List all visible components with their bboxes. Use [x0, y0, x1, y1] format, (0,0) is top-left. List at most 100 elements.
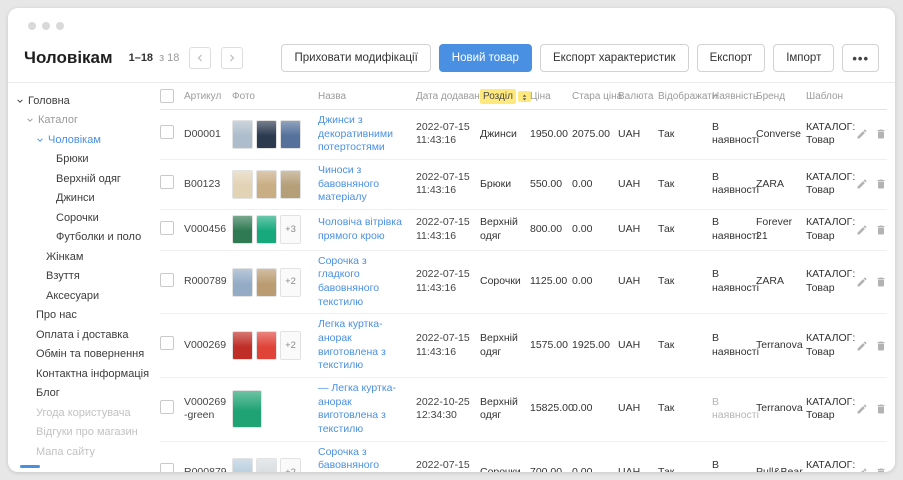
sidebar-item[interactable]: Аксесуари — [8, 286, 156, 306]
new-product-button[interactable]: Новий товар — [439, 44, 532, 72]
sidebar-item[interactable]: Чоловікам — [8, 130, 156, 150]
delete-icon[interactable] — [875, 276, 887, 288]
product-photo[interactable] — [280, 170, 301, 199]
column-header-name[interactable]: Назва — [318, 91, 416, 102]
row-checkbox[interactable] — [160, 125, 174, 139]
sidebar-item[interactable]: Футболки и поло — [8, 228, 156, 248]
row-checkbox[interactable] — [160, 400, 174, 414]
column-header-currency[interactable]: Валюта — [618, 91, 658, 102]
product-name-link[interactable]: — Легка куртка-анорак виготовлена з текс… — [318, 382, 411, 437]
more-photos-badge[interactable]: +2 — [280, 331, 301, 360]
brand-cell: Terranova — [756, 335, 806, 357]
row-checkbox[interactable] — [160, 273, 174, 287]
hide-modifications-button[interactable]: Приховати модифікації — [281, 44, 430, 72]
row-checkbox[interactable] — [160, 175, 174, 189]
column-header-brand[interactable]: Бренд — [756, 91, 806, 102]
column-header-template[interactable]: Шаблон — [806, 91, 856, 102]
product-photo[interactable] — [232, 458, 253, 472]
sidebar-item[interactable]: Сорочки — [8, 208, 156, 228]
delete-icon[interactable] — [875, 467, 887, 472]
window-control-icon[interactable] — [42, 22, 50, 30]
column-header-date[interactable]: Дата додавання — [416, 91, 480, 102]
product-photo[interactable] — [256, 331, 277, 360]
product-photo[interactable] — [232, 390, 262, 428]
sidebar-item[interactable]: Контактна інформація — [8, 364, 156, 384]
sidebar-item[interactable]: Відгуки про магазин — [8, 423, 156, 443]
product-photo[interactable] — [232, 120, 253, 149]
product-photo[interactable] — [256, 458, 277, 472]
sidebar-item[interactable]: Джинси — [8, 189, 156, 209]
product-name-link[interactable]: Чиноси з бавовняного матеріалу — [318, 164, 411, 205]
product-photo[interactable] — [232, 215, 253, 244]
product-photo[interactable] — [256, 215, 277, 244]
more-actions-button[interactable]: ••• — [842, 44, 879, 72]
next-page-button[interactable] — [221, 47, 243, 69]
sidebar-item[interactable]: Угода користувача — [8, 403, 156, 423]
product-photo[interactable] — [232, 170, 253, 199]
product-photo[interactable] — [232, 331, 253, 360]
edit-icon[interactable] — [856, 128, 868, 140]
sidebar-item[interactable]: Взуття — [8, 267, 156, 287]
export-button[interactable]: Експорт — [697, 44, 766, 72]
edit-icon[interactable] — [856, 178, 868, 190]
product-photo[interactable] — [280, 120, 301, 149]
export-characteristics-button[interactable]: Експорт характеристик — [540, 44, 689, 72]
sidebar-item[interactable]: Головна — [8, 91, 156, 111]
column-header-section[interactable]: Розділ — [480, 89, 530, 104]
sidebar-item[interactable]: Каталог — [8, 111, 156, 131]
sidebar-item[interactable]: Обмін та повернення — [8, 345, 156, 365]
edit-icon[interactable] — [856, 467, 868, 472]
row-checkbox[interactable] — [160, 221, 174, 235]
more-photos-badge[interactable]: +2 — [280, 268, 301, 297]
sidebar-item-label: Мапа сайту — [36, 446, 95, 458]
product-photo[interactable] — [256, 120, 277, 149]
delete-icon[interactable] — [875, 224, 887, 236]
chevron-down-icon[interactable] — [16, 97, 24, 105]
row-checkbox[interactable] — [160, 336, 174, 350]
chevron-down-icon[interactable] — [36, 136, 44, 144]
select-all-checkbox[interactable] — [160, 89, 174, 103]
edit-icon[interactable] — [856, 224, 868, 236]
product-photo[interactable] — [256, 170, 277, 199]
sidebar-item[interactable]: Про нас — [8, 306, 156, 326]
edit-icon[interactable] — [856, 340, 868, 352]
main-content: Головна Каталог Чоловікам Брюки Верхній … — [8, 83, 895, 472]
sidebar-item[interactable]: Блог — [8, 384, 156, 404]
more-photos-badge[interactable]: +2 — [280, 458, 301, 472]
delete-icon[interactable] — [875, 128, 887, 140]
column-header-availability[interactable]: Наявність — [712, 91, 756, 102]
sort-icon[interactable] — [518, 91, 531, 102]
edit-icon[interactable] — [856, 403, 868, 415]
window-control-icon[interactable] — [28, 22, 36, 30]
product-name-link[interactable]: Сорочка з бавовняного матеріалу притален… — [318, 446, 411, 472]
column-header-price[interactable]: Ціна — [530, 91, 572, 102]
product-photo[interactable] — [232, 268, 253, 297]
window-control-icon[interactable] — [56, 22, 64, 30]
row-checkbox[interactable] — [160, 463, 174, 472]
sidebar-item[interactable]: Жінкам — [8, 247, 156, 267]
delete-icon[interactable] — [875, 403, 887, 415]
sidebar-item[interactable]: Мапа сайту — [8, 442, 156, 462]
product-photo[interactable] — [256, 268, 277, 297]
product-name-link[interactable]: Джинси з декоративними потертостями — [318, 114, 411, 155]
product-name-link[interactable]: Чоловіча вітрівка прямого крою — [318, 216, 411, 243]
sidebar-scroll-indicator — [20, 465, 40, 468]
chevron-down-icon[interactable] — [26, 116, 34, 124]
sidebar-item[interactable]: Верхній одяг — [8, 169, 156, 189]
column-header-photo[interactable]: Фото — [232, 91, 318, 102]
import-button[interactable]: Імпорт — [773, 44, 834, 72]
delete-icon[interactable] — [875, 178, 887, 190]
delete-icon[interactable] — [875, 340, 887, 352]
prev-page-button[interactable] — [189, 47, 211, 69]
product-name-link[interactable]: Сорочка з гладкого бавовняного текстилю — [318, 255, 411, 310]
sidebar-item[interactable]: Брюки — [8, 150, 156, 170]
product-name-link[interactable]: Легка куртка-анорак виготовлена з тексти… — [318, 318, 411, 373]
column-header-sku[interactable]: Артикул — [184, 91, 232, 102]
brand-cell: Pull&Bear — [756, 462, 806, 472]
sidebar-item[interactable]: Оплата і доставка — [8, 325, 156, 345]
availability-cell: В наявності — [712, 167, 756, 202]
column-header-display[interactable]: Відображати — [658, 91, 712, 102]
column-header-old-price[interactable]: Стара ціна — [572, 91, 618, 102]
more-photos-badge[interactable]: +3 — [280, 215, 301, 244]
edit-icon[interactable] — [856, 276, 868, 288]
